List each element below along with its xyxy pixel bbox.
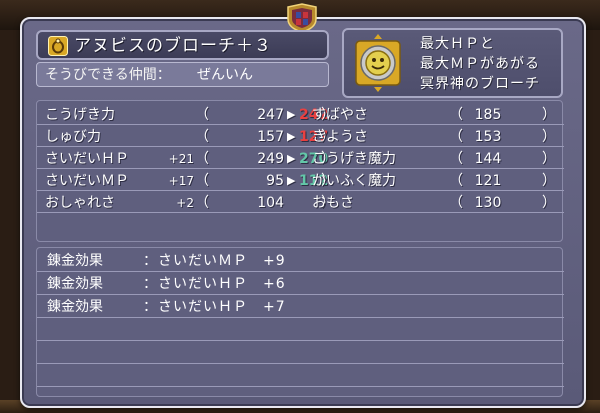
- paren-open: （: [449, 173, 463, 189]
- equippable-by-box: そうびできる仲間： ぜんいん: [36, 62, 329, 87]
- item-name-box: アヌビスのブローチ＋３: [36, 30, 329, 60]
- alchemy-effect-value: ：さいだいＨＰ +7: [143, 299, 286, 315]
- stat-current: 157: [257, 129, 284, 145]
- crest-icon: [287, 3, 317, 33]
- paren-open: （: [195, 107, 209, 123]
- alchemy-effect-label: 錬金効果: [47, 253, 103, 269]
- equippable-by-label: そうびできる仲間：: [45, 67, 171, 83]
- paren-close: ）: [542, 107, 556, 123]
- paren-open: （: [195, 173, 209, 189]
- stat-label: きようさ: [312, 129, 368, 145]
- stat-value: 121: [474, 173, 502, 189]
- paren-open: （: [449, 151, 463, 167]
- stat-label: おもさ: [312, 195, 354, 211]
- stat-bonus: +21: [168, 152, 194, 166]
- alchemy-effect-value: ：さいだいＨＰ +6: [143, 276, 286, 292]
- alchemy-effect-row: [37, 342, 564, 364]
- alchemy-effect-row: 錬金効果 ：さいだいＭＰ +9: [37, 250, 564, 272]
- stat-current: 247: [257, 107, 284, 123]
- stat-label: おしゃれさ: [45, 195, 115, 211]
- alchemy-effect-row: [37, 365, 564, 387]
- paren-close: ）: [542, 129, 556, 145]
- arrow-right-icon: ▶: [287, 152, 296, 165]
- alchemy-effect-label: 錬金効果: [47, 299, 103, 315]
- stat-current: 104: [257, 195, 284, 211]
- stat-value: 130: [474, 195, 502, 211]
- paren-open: （: [195, 129, 209, 145]
- stat-row: こうげき力 （ 247 ▶ 242 ） すばやさ （ 185 ）: [37, 105, 564, 125]
- stat-label: こうげき魔力: [312, 151, 396, 167]
- paren-close: ）: [542, 195, 556, 211]
- alchemy-effects-list: 錬金効果 ：さいだいＭＰ +9 錬金効果 ：さいだいＨＰ +6 錬金効果 ：さい…: [36, 247, 564, 397]
- item-description: 最大ＨＰと 最大ＭＰがあがる 冥界神のブローチ: [420, 34, 540, 94]
- description-line-2: 最大ＭＰがあがる: [420, 56, 540, 72]
- stat-bonus: +2: [176, 196, 194, 210]
- stat-label: しゅび力: [45, 129, 101, 145]
- stat-row: さいだいＨＰ +21 （ 249 ▶ 270 ） こうげき魔力 （ 144 ）: [37, 149, 564, 169]
- stat-label: かいふく魔力: [312, 173, 396, 189]
- paren-close: ）: [542, 173, 556, 189]
- paren-open: （: [449, 107, 463, 123]
- paren-open: （: [195, 151, 209, 167]
- stat-row: さいだいＭＰ +17 （ 95 ▶ 112 ） かいふく魔力 （ 121 ）: [37, 171, 564, 191]
- stat-current: 95: [266, 173, 284, 189]
- stats-table: こうげき力 （ 247 ▶ 242 ） すばやさ （ 185 ） しゅび力 （ …: [36, 100, 564, 242]
- description-line-1: 最大ＨＰと: [420, 36, 495, 52]
- stat-label: こうげき力: [45, 107, 115, 123]
- stat-current: 249: [257, 151, 284, 167]
- arrow-right-icon: ▶: [287, 174, 296, 187]
- paren-close: ）: [542, 151, 556, 167]
- stat-label: さいだいＭＰ: [45, 173, 129, 189]
- paren-open: （: [449, 195, 463, 211]
- arrow-right-icon: ▶: [287, 108, 296, 121]
- alchemy-effect-row: 錬金効果 ：さいだいＨＰ +6: [37, 273, 564, 295]
- stat-label: さいだいＨＰ: [45, 151, 129, 167]
- alchemy-effect-label: 錬金効果: [47, 276, 103, 292]
- stat-label: すばやさ: [312, 107, 368, 123]
- paren-open: （: [195, 195, 209, 211]
- stat-value: 185: [474, 107, 502, 123]
- alchemy-effect-value: ：さいだいＭＰ +9: [143, 253, 286, 269]
- item-name: アヌビスのブローチ＋３: [74, 36, 272, 56]
- anubis-brooch-icon: [355, 34, 401, 92]
- item-description-box: 最大ＨＰと 最大ＭＰがあがる 冥界神のブローチ: [342, 28, 563, 98]
- alchemy-effect-row: 錬金効果 ：さいだいＨＰ +7: [37, 296, 564, 318]
- stat-row: おしゃれさ +2 （ 104 ） おもさ （ 130 ）: [37, 193, 564, 213]
- description-line-3: 冥界神のブローチ: [420, 76, 540, 92]
- stat-value: 144: [474, 151, 502, 167]
- paren-open: （: [449, 129, 463, 145]
- stat-bonus: +17: [168, 174, 194, 188]
- arrow-right-icon: ▶: [287, 130, 296, 143]
- ring-icon: [48, 36, 68, 56]
- stat-value: 153: [474, 129, 502, 145]
- stat-row: しゅび力 （ 157 ▶ 127 ） きようさ （ 153 ）: [37, 127, 564, 147]
- alchemy-effect-row: [37, 319, 564, 341]
- equippable-by-value: ぜんいん: [197, 67, 253, 83]
